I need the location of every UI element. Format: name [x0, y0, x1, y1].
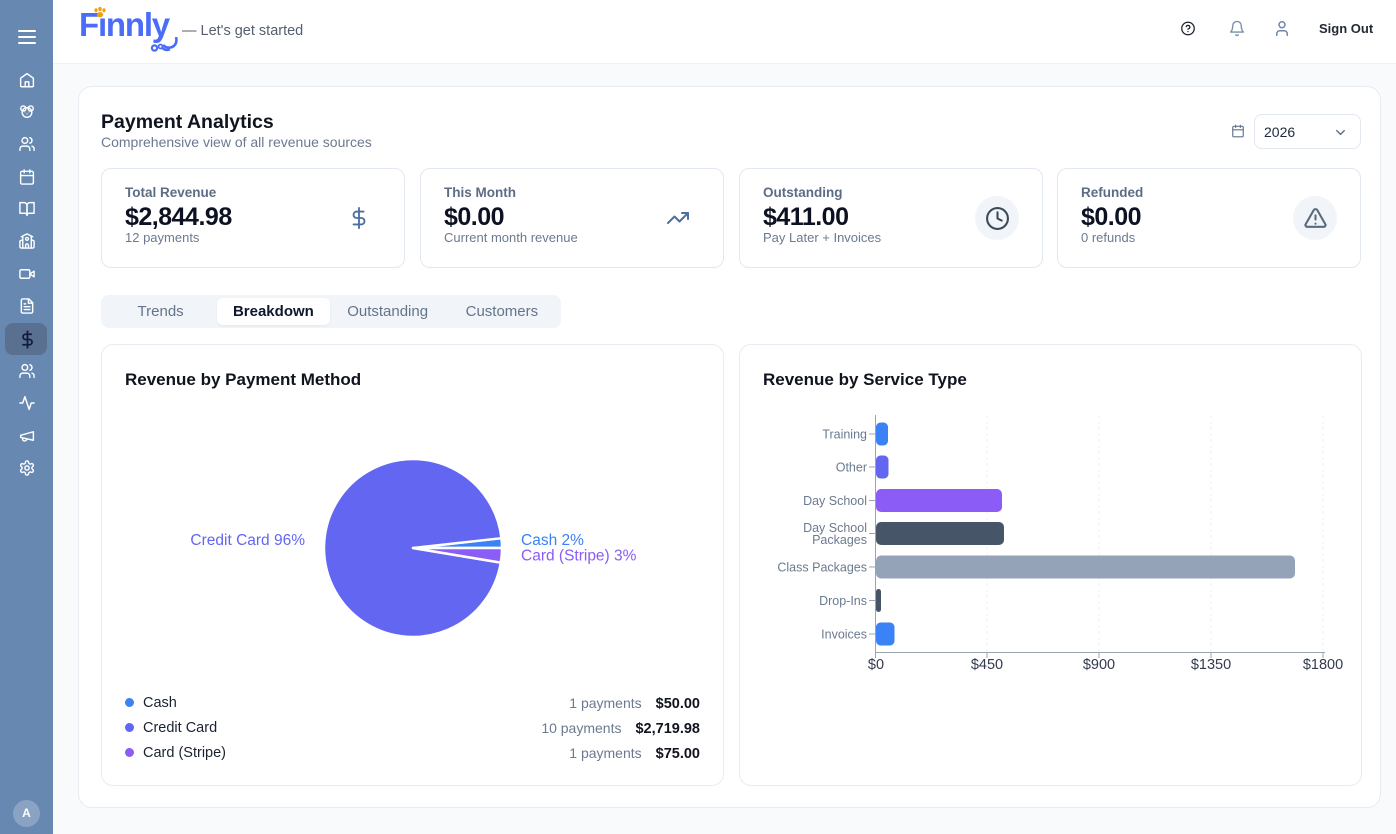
- svg-text:Invoices: Invoices: [821, 628, 867, 642]
- svg-text:$900: $900: [1083, 657, 1115, 673]
- svg-text:$1800: $1800: [1303, 657, 1343, 673]
- svg-text:$1350: $1350: [1191, 657, 1231, 673]
- svg-text:$0: $0: [868, 657, 884, 673]
- svg-text:Card (Stripe) 3%: Card (Stripe) 3%: [521, 548, 637, 565]
- svg-text:Training: Training: [822, 428, 867, 442]
- svg-text:Credit Card 96%: Credit Card 96%: [190, 532, 305, 549]
- svg-text:Day School: Day School: [803, 494, 867, 508]
- svg-text:Cash 2%: Cash 2%: [521, 532, 584, 549]
- svg-text:$450: $450: [971, 657, 1003, 673]
- svg-text:Class Packages: Class Packages: [777, 561, 867, 575]
- svg-text:Other: Other: [836, 461, 867, 475]
- svg-text:Drop-Ins: Drop-Ins: [819, 594, 867, 608]
- svg-text:Packages: Packages: [812, 533, 867, 547]
